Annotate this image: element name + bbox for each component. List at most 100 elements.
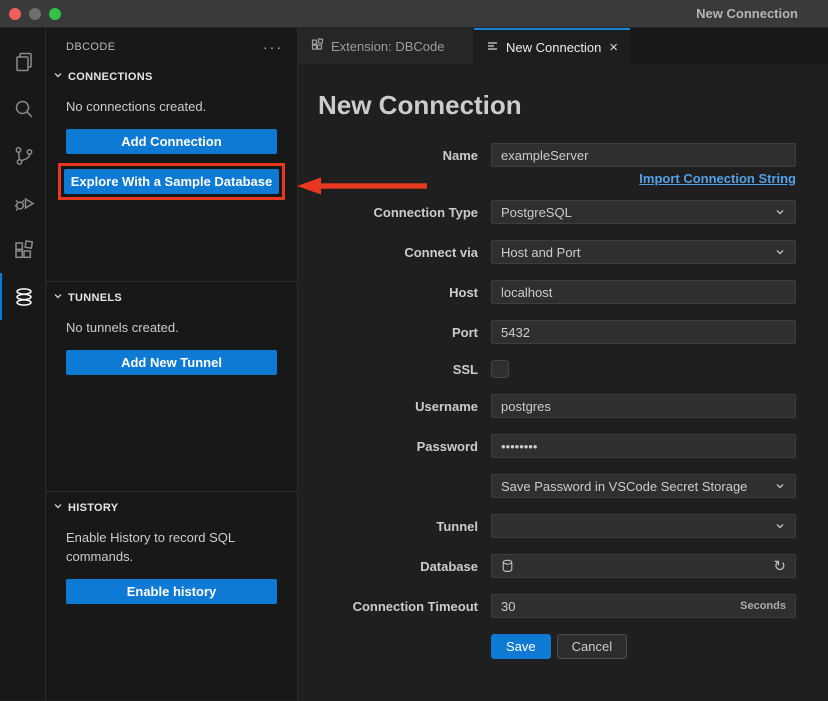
explore-sample-database-button[interactable]: Explore With a Sample Database bbox=[64, 169, 279, 194]
password-label: Password bbox=[318, 439, 478, 454]
connections-section-title: CONNECTIONS bbox=[68, 71, 153, 83]
form-row-timeout: Connection Timeout Seconds bbox=[318, 594, 796, 618]
database-icon[interactable] bbox=[0, 273, 45, 320]
history-section-header[interactable]: HISTORY bbox=[46, 497, 297, 519]
form-row-connection-type: Connection Type PostgreSQL bbox=[318, 200, 796, 224]
form-row-tunnel: Tunnel bbox=[318, 514, 796, 538]
editor-area: Extension: DBCode New Connection × New C… bbox=[298, 28, 828, 700]
database-cylinder-icon bbox=[501, 559, 514, 573]
tab-new-connection[interactable]: New Connection × bbox=[474, 28, 630, 64]
ssl-label: SSL bbox=[318, 362, 478, 377]
close-window-icon[interactable] bbox=[9, 8, 21, 20]
connection-type-label: Connection Type bbox=[318, 205, 478, 220]
name-label: Name bbox=[318, 148, 478, 163]
pane-header: DBCODE ··· bbox=[46, 28, 297, 66]
save-password-value: Save Password in VSCode Secret Storage bbox=[501, 479, 747, 494]
add-connection-button[interactable]: Add Connection bbox=[66, 129, 277, 154]
tab-bar: Extension: DBCode New Connection × bbox=[298, 28, 828, 64]
highlight-red-box: Explore With a Sample Database bbox=[58, 163, 285, 200]
form-row-connect-via: Connect via Host and Port bbox=[318, 240, 796, 264]
tunnels-section-title: TUNNELS bbox=[68, 292, 122, 304]
tab-label: Extension: DBCode bbox=[331, 39, 444, 54]
zoom-window-icon[interactable] bbox=[49, 8, 61, 20]
host-input[interactable] bbox=[491, 280, 796, 304]
form-row-host: Host bbox=[318, 280, 796, 304]
form-actions: Save Cancel bbox=[491, 634, 796, 659]
explorer-icon[interactable] bbox=[0, 38, 45, 85]
form-row-port: Port bbox=[318, 320, 796, 344]
connection-type-select[interactable]: PostgreSQL bbox=[491, 200, 796, 224]
timeout-unit: Seconds bbox=[740, 600, 786, 612]
save-password-select[interactable]: Save Password in VSCode Secret Storage bbox=[491, 474, 796, 498]
tab-label: New Connection bbox=[506, 40, 601, 55]
history-hint-text: Enable History to record SQL commands. bbox=[66, 529, 286, 567]
password-input[interactable] bbox=[491, 434, 796, 458]
run-and-debug-icon[interactable] bbox=[0, 179, 45, 226]
search-icon[interactable] bbox=[0, 85, 45, 132]
timeout-label: Connection Timeout bbox=[318, 599, 478, 614]
database-picker[interactable]: ↻ bbox=[491, 554, 796, 578]
chevron-down-icon bbox=[774, 520, 786, 532]
chevron-down-icon bbox=[774, 246, 786, 258]
sidebar: DBCODE ··· CONNECTIONS No connections cr… bbox=[46, 28, 298, 700]
source-control-icon[interactable] bbox=[0, 132, 45, 179]
host-label: Host bbox=[318, 285, 478, 300]
connect-via-value: Host and Port bbox=[501, 245, 581, 260]
history-section: HISTORY Enable History to record SQL com… bbox=[46, 491, 297, 700]
extensions-icon[interactable] bbox=[0, 226, 45, 273]
form-row-ssl: SSL bbox=[318, 360, 796, 378]
connections-section-header[interactable]: CONNECTIONS bbox=[46, 66, 297, 88]
ssl-checkbox[interactable] bbox=[491, 360, 509, 378]
more-actions-icon[interactable]: ··· bbox=[263, 39, 283, 55]
username-label: Username bbox=[318, 399, 478, 414]
import-connection-string-link[interactable]: Import Connection String bbox=[491, 171, 796, 186]
window-controls bbox=[0, 8, 61, 20]
annotation-arrow bbox=[297, 174, 429, 198]
vscode-window: New Connection bbox=[0, 0, 828, 701]
timeout-input[interactable] bbox=[501, 599, 740, 614]
tunnels-section: TUNNELS No tunnels created. Add New Tunn… bbox=[46, 281, 297, 491]
close-tab-icon[interactable]: × bbox=[609, 40, 618, 55]
cancel-button[interactable]: Cancel bbox=[557, 634, 627, 659]
form-row-save-password: Save Password in VSCode Secret Storage bbox=[318, 474, 796, 498]
chevron-down-icon bbox=[774, 206, 786, 218]
chevron-down-icon bbox=[774, 480, 786, 492]
history-section-title: HISTORY bbox=[68, 502, 118, 514]
tunnel-select[interactable] bbox=[491, 514, 796, 538]
save-button[interactable]: Save bbox=[491, 634, 551, 659]
form-row-database: Database ↻ bbox=[318, 554, 796, 578]
tab-extension-dbcode[interactable]: Extension: DBCode bbox=[298, 28, 474, 64]
page-title: New Connection bbox=[318, 90, 796, 121]
list-form-icon bbox=[486, 39, 500, 56]
connection-type-value: PostgreSQL bbox=[501, 205, 572, 220]
title-bar: New Connection bbox=[0, 0, 828, 28]
activity-bar bbox=[0, 28, 46, 700]
tunnels-section-header[interactable]: TUNNELS bbox=[46, 287, 297, 309]
extension-icon bbox=[310, 37, 325, 55]
connect-via-label: Connect via bbox=[318, 245, 478, 260]
refresh-icon[interactable]: ↻ bbox=[773, 559, 786, 574]
username-input[interactable] bbox=[491, 394, 796, 418]
connect-via-select[interactable]: Host and Port bbox=[491, 240, 796, 264]
chevron-down-icon bbox=[51, 68, 68, 87]
name-input[interactable] bbox=[491, 143, 796, 167]
form-row-password: Password bbox=[318, 434, 796, 458]
database-label: Database bbox=[318, 559, 478, 574]
minimize-window-icon[interactable] bbox=[29, 8, 41, 20]
window-title: New Connection bbox=[696, 6, 828, 21]
port-label: Port bbox=[318, 325, 478, 340]
form-row-username: Username bbox=[318, 394, 796, 418]
tunnel-label: Tunnel bbox=[318, 519, 478, 534]
add-new-tunnel-button[interactable]: Add New Tunnel bbox=[66, 350, 277, 375]
connections-empty-text: No connections created. bbox=[66, 98, 277, 117]
pane-title: DBCODE bbox=[66, 41, 115, 53]
new-connection-form: New Connection Name Import Connection St… bbox=[298, 64, 828, 700]
port-input[interactable] bbox=[491, 320, 796, 344]
form-row-name: Name bbox=[318, 143, 796, 167]
chevron-down-icon bbox=[51, 289, 68, 308]
enable-history-button[interactable]: Enable history bbox=[66, 579, 277, 604]
chevron-down-icon bbox=[51, 499, 68, 518]
connections-section: CONNECTIONS No connections created. Add … bbox=[46, 66, 297, 281]
tunnels-empty-text: No tunnels created. bbox=[66, 319, 277, 338]
timeout-field: Seconds bbox=[491, 594, 796, 618]
